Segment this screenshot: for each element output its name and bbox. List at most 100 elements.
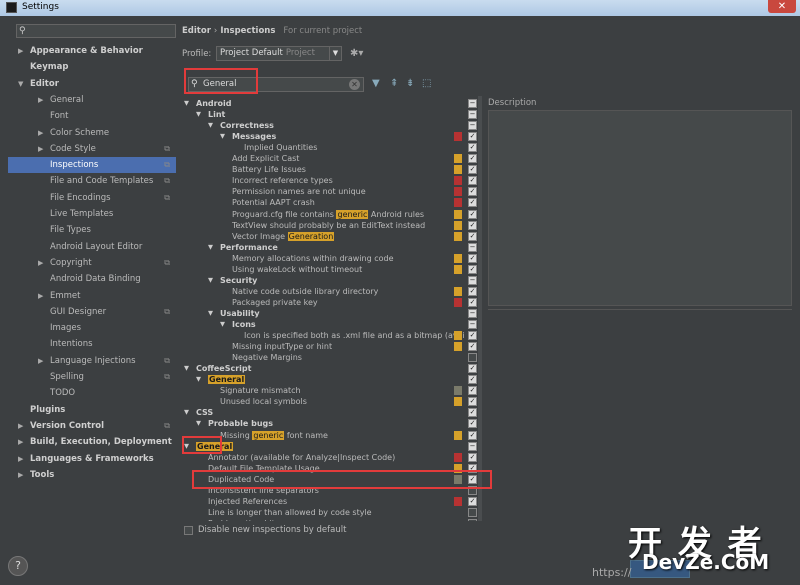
inspection-checkbox[interactable]: −: [468, 242, 477, 252]
sidebar-item-file-and-code-templates[interactable]: File and Code Templates ⧉: [8, 173, 176, 189]
inspection-row[interactable]: Signature mismatch ✓: [182, 385, 480, 396]
inspection-checkbox[interactable]: ✓: [468, 220, 477, 230]
sidebar-item-appearance-behavior[interactable]: ▶ Appearance & Behavior: [8, 43, 176, 59]
sidebar-item-emmet[interactable]: ▶ Emmet: [8, 288, 176, 304]
sidebar-item-todo[interactable]: TODO: [8, 385, 176, 401]
sidebar-item-intentions[interactable]: Intentions: [8, 336, 176, 352]
inspection-checkbox[interactable]: ✓: [468, 408, 477, 418]
inspection-row[interactable]: ▼ General −: [182, 441, 480, 452]
inspection-row[interactable]: Injected References ✓: [182, 496, 480, 507]
expanded-arrow-icon[interactable]: ▼: [208, 120, 213, 131]
inspection-row[interactable]: TextView should probably be an EditText …: [182, 220, 480, 231]
expanded-arrow-icon[interactable]: ▼: [208, 242, 213, 253]
expanded-arrow-icon[interactable]: ▼: [184, 407, 189, 418]
inspection-row[interactable]: Native code outside library directory ✓: [182, 286, 480, 297]
inspection-checkbox[interactable]: ✓: [468, 430, 477, 440]
inspection-checkbox[interactable]: −: [468, 441, 477, 451]
inspection-checkbox[interactable]: −: [468, 275, 477, 285]
inspection-checkbox[interactable]: [468, 518, 477, 521]
inspection-checkbox[interactable]: ✓: [468, 176, 477, 186]
inspection-checkbox[interactable]: ✓: [468, 132, 477, 142]
inspection-checkbox[interactable]: ✓: [468, 297, 477, 307]
sidebar-item-keymap[interactable]: Keymap: [8, 59, 176, 75]
inspection-row[interactable]: Proguard.cfg file contains generic Andro…: [182, 209, 480, 220]
profile-dropdown[interactable]: Project Default Project ▼: [216, 46, 342, 61]
inspection-row[interactable]: Incorrect reference types ✓: [182, 175, 480, 186]
inspection-row[interactable]: Add Explicit Cast ✓: [182, 153, 480, 164]
sidebar-item-live-templates[interactable]: Live Templates: [8, 206, 176, 222]
expanded-arrow-icon[interactable]: ▼: [196, 109, 201, 120]
inspection-row[interactable]: Problematic whitespace: [182, 518, 480, 521]
inspection-row[interactable]: Negative Margins: [182, 352, 480, 363]
inspection-row[interactable]: Implied Quantities ✓: [182, 142, 480, 153]
inspection-checkbox[interactable]: ✓: [468, 154, 477, 164]
expand-all-icon[interactable]: ⇞: [390, 78, 398, 89]
collapsed-arrow-icon[interactable]: ▶: [38, 141, 43, 157]
gear-icon[interactable]: ✱▾: [350, 48, 363, 59]
expanded-arrow-icon[interactable]: ▼: [196, 418, 201, 429]
panel-splitter[interactable]: [488, 306, 792, 310]
expanded-arrow-icon[interactable]: ▼: [208, 308, 213, 319]
sidebar-item-color-scheme[interactable]: ▶ Color Scheme: [8, 125, 176, 141]
sidebar-item-plugins[interactable]: Plugins: [8, 402, 176, 418]
close-button[interactable]: ✕: [768, 0, 796, 13]
inspection-row[interactable]: ▼ Probable bugs ✓: [182, 418, 480, 429]
inspection-row[interactable]: ▼ Correctness −: [182, 120, 480, 131]
inspection-row[interactable]: ▼ Icons −: [182, 319, 480, 330]
inspection-row[interactable]: Permission names are not unique ✓: [182, 186, 480, 197]
inspection-row[interactable]: ▼ Performance −: [182, 242, 480, 253]
collapsed-arrow-icon[interactable]: ▶: [18, 43, 23, 59]
inspection-checkbox[interactable]: ✓: [468, 165, 477, 175]
collapsed-arrow-icon[interactable]: ▶: [18, 434, 23, 450]
sidebar-item-general[interactable]: ▶ General: [8, 92, 176, 108]
inspection-row[interactable]: ▼ Usability −: [182, 308, 480, 319]
inspection-row[interactable]: Memory allocations within drawing code ✓: [182, 253, 480, 264]
inspection-checkbox[interactable]: −: [468, 320, 477, 329]
inspection-checkbox[interactable]: −: [468, 308, 477, 318]
expanded-arrow-icon[interactable]: ▼: [220, 319, 225, 330]
sidebar-item-code-style[interactable]: ▶ Code Style ⧉: [8, 141, 176, 157]
inspection-checkbox[interactable]: ✓: [468, 286, 477, 296]
expanded-arrow-icon[interactable]: ▼: [18, 76, 23, 92]
expanded-arrow-icon[interactable]: ▼: [184, 98, 189, 109]
inspection-checkbox[interactable]: ✓: [468, 342, 477, 352]
sidebar-item-android-data-binding[interactable]: Android Data Binding: [8, 271, 176, 287]
inspection-checkbox[interactable]: ✓: [468, 231, 477, 241]
reset-icon[interactable]: ⬚: [422, 78, 431, 89]
sidebar-item-font[interactable]: Font: [8, 108, 176, 124]
inspection-checkbox[interactable]: ✓: [468, 331, 477, 341]
sidebar-item-gui-designer[interactable]: GUI Designer ⧉: [8, 304, 176, 320]
inspection-checkbox[interactable]: ✓: [468, 452, 477, 462]
inspection-checkbox[interactable]: [468, 507, 477, 517]
expanded-arrow-icon[interactable]: ▼: [208, 275, 213, 286]
inspection-row[interactable]: ▼ CoffeeScript ✓: [182, 363, 480, 374]
clear-search-icon[interactable]: ✕: [349, 79, 360, 90]
expanded-arrow-icon[interactable]: ▼: [184, 363, 189, 374]
sidebar-item-file-encodings[interactable]: File Encodings ⧉: [8, 190, 176, 206]
inspection-checkbox[interactable]: −: [468, 121, 477, 131]
inspection-checkbox[interactable]: ✓: [468, 253, 477, 263]
sidebar-item-file-types[interactable]: File Types: [8, 222, 176, 238]
inspection-row[interactable]: ▼ CSS ✓: [182, 407, 480, 418]
collapsed-arrow-icon[interactable]: ▶: [38, 125, 43, 141]
inspection-row[interactable]: Vector Image Generation ✓: [182, 231, 480, 242]
collapsed-arrow-icon[interactable]: ▶: [18, 418, 23, 434]
inspection-checkbox[interactable]: ✓: [468, 496, 477, 506]
sidebar-item-languages-frameworks[interactable]: ▶ Languages & Frameworks: [8, 451, 176, 467]
collapse-all-icon[interactable]: ⇟: [406, 78, 414, 89]
inspection-row[interactable]: Missing generic font name ✓: [182, 430, 480, 441]
inspection-checkbox[interactable]: −: [468, 110, 477, 120]
inspection-checkbox[interactable]: ✓: [468, 264, 477, 274]
sidebar-item-images[interactable]: Images: [8, 320, 176, 336]
inspection-checkbox[interactable]: ✓: [468, 143, 477, 153]
inspection-checkbox[interactable]: ✓: [468, 386, 477, 396]
inspection-row[interactable]: Missing inputType or hint ✓: [182, 341, 480, 352]
expanded-arrow-icon[interactable]: ▼: [196, 374, 201, 385]
inspection-row[interactable]: ▼ Android −: [182, 98, 480, 109]
inspection-checkbox[interactable]: ✓: [468, 198, 477, 208]
disable-new-checkbox[interactable]: [184, 526, 193, 535]
inspection-row[interactable]: Packaged private key ✓: [182, 297, 480, 308]
sidebar-item-language-injections[interactable]: ▶ Language Injections ⧉: [8, 353, 176, 369]
collapsed-arrow-icon[interactable]: ▶: [38, 255, 43, 271]
sidebar-item-editor[interactable]: ▼ Editor: [8, 76, 176, 92]
